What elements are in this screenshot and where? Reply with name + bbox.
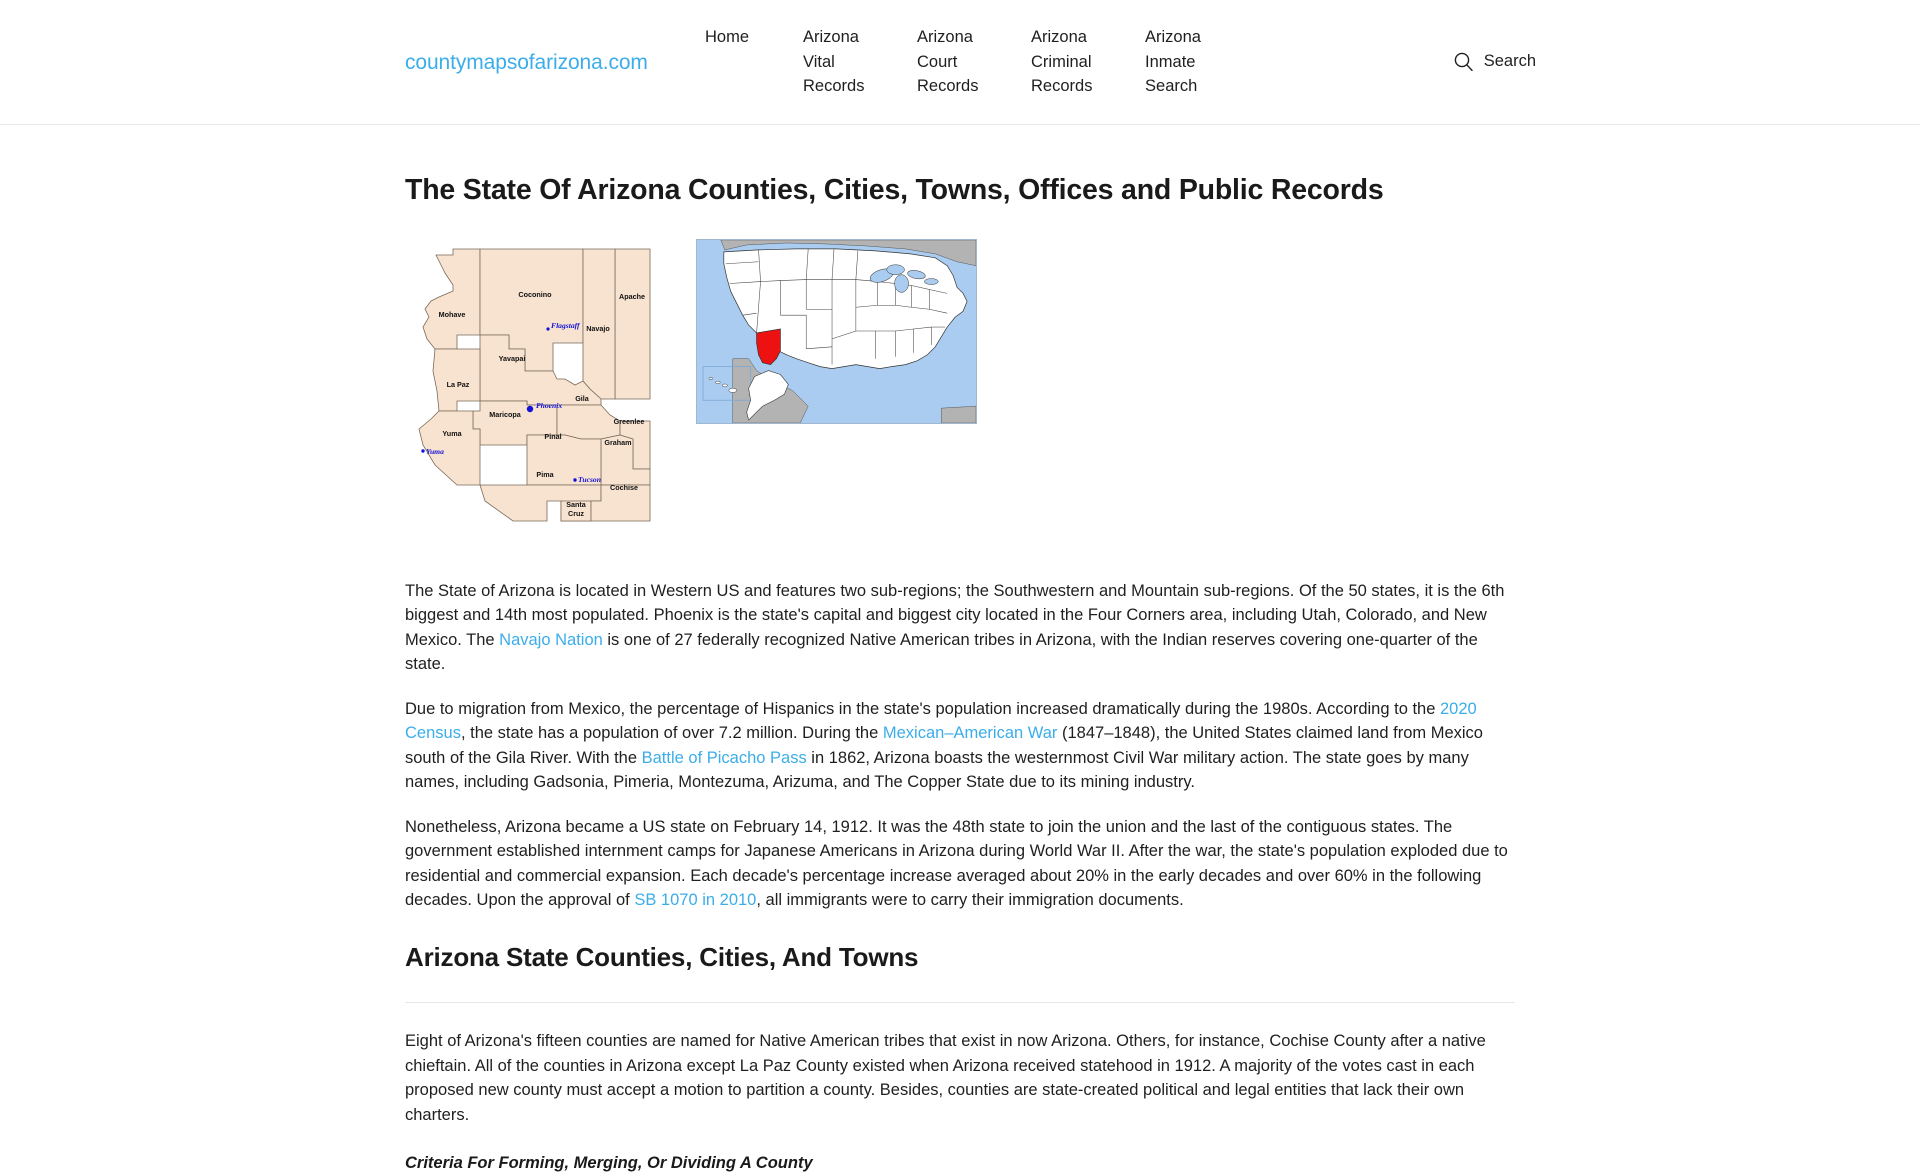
para3-part3: , all immigrants were to carry their imm… [756, 891, 1184, 910]
page-title: The State Of Arizona Counties, Cities, T… [405, 174, 1384, 206]
nav-arizona-vital-records[interactable]: Arizona Vital Records [803, 18, 881, 99]
site-logo-link[interactable]: countymapsofarizona.com [405, 51, 695, 75]
map-label-phoenix: Phoenix [536, 401, 562, 410]
map-label-apache: Apache [619, 292, 645, 301]
map-label-gila: Gila [575, 394, 590, 403]
search-icon [1454, 52, 1473, 71]
map-dot-tucson [573, 477, 577, 482]
map-label-graham: Graham [604, 438, 631, 447]
map-dot-yuma [421, 448, 425, 453]
section-divider [405, 1002, 1515, 1004]
nav-home[interactable]: Home [705, 18, 749, 50]
nav-arizona-criminal-records[interactable]: Arizona Criminal Records [1031, 18, 1109, 99]
map-label-cochise: Cochise [610, 483, 638, 492]
paragraph-statehood: Nonetheless, Arizona became a US state o… [405, 815, 1515, 913]
arizona-county-map[interactable]: Mohave Coconino Apache Navajo Yavapai La… [405, 239, 661, 531]
map-label-mohave: Mohave [439, 310, 466, 319]
map-label-tucson: Tucson [578, 475, 601, 484]
link-mexican-american-war[interactable]: Mexican–American War [883, 724, 1058, 742]
map-label-coconino: Coconino [518, 290, 552, 299]
search-toggle[interactable]: Search [1454, 52, 1536, 71]
map-label-pima: Pima [536, 470, 554, 479]
site-header: countymapsofarizona.com Home Arizona Vit… [0, 0, 1920, 125]
us-locator-map[interactable] [696, 238, 977, 424]
map-label-santacruz2: Cruz [568, 509, 584, 518]
link-battle-of-picacho-pass[interactable]: Battle of Picacho Pass [642, 749, 807, 767]
maps-row: Mohave Coconino Apache Navajo Yavapai La… [405, 238, 1515, 531]
arizona-county-map-svg: Mohave Coconino Apache Navajo Yavapai La… [418, 248, 651, 522]
main-content: The State Of Arizona Counties, Cities, T… [405, 125, 1515, 1176]
map-label-navajo: Navajo [586, 324, 610, 333]
link-navajo-nation[interactable]: Navajo Nation [499, 631, 603, 649]
map-label-yavapai: Yavapai [499, 354, 526, 363]
map-dot-phoenix [526, 405, 534, 412]
us-locator-map-svg [697, 239, 976, 423]
section-title-counties: Arizona State Counties, Cities, And Town… [405, 941, 919, 972]
map-label-flagstaff: Flagstaff [551, 321, 581, 330]
map-label-yuma: Yuma [442, 429, 462, 438]
map-label-pinal: Pinal [544, 432, 561, 441]
paragraph-overview: The State of Arizona is located in Weste… [405, 579, 1515, 677]
article-body: The State of Arizona is located in Weste… [405, 571, 1515, 1176]
map-label-santacruz: Santa [566, 500, 587, 509]
paragraph-history-migration: Due to migration from Mexico, the percen… [405, 697, 1515, 795]
map-label-yuma-city: Yuma [426, 447, 444, 456]
map-label-greenlee: Greenlee [614, 417, 645, 426]
para2-part1: Due to migration from Mexico, the percen… [405, 699, 1440, 718]
link-sb-1070[interactable]: SB 1070 in 2010 [634, 891, 756, 909]
map-dot-flagstaff [546, 327, 550, 331]
nav-arizona-court-records[interactable]: Arizona Court Records [917, 18, 995, 99]
search-label: Search [1483, 52, 1536, 70]
nav-arizona-inmate-search[interactable]: Arizona Inmate Search [1145, 18, 1223, 99]
para2-part3: , the state has a population of over 7.2… [460, 724, 883, 743]
map-label-maricopa: Maricopa [489, 410, 522, 419]
main-navigation: Home Arizona Vital Records Arizona Court… [695, 0, 1515, 125]
paragraph-counties: Eight of Arizona's fifteen counties are … [405, 1032, 1486, 1124]
map-label-lapaz: La Paz [447, 380, 470, 389]
subhead-criteria: Criteria For Forming, Merging, Or Dividi… [405, 1154, 813, 1173]
header-inner: countymapsofarizona.com Home Arizona Vit… [405, 0, 1536, 125]
